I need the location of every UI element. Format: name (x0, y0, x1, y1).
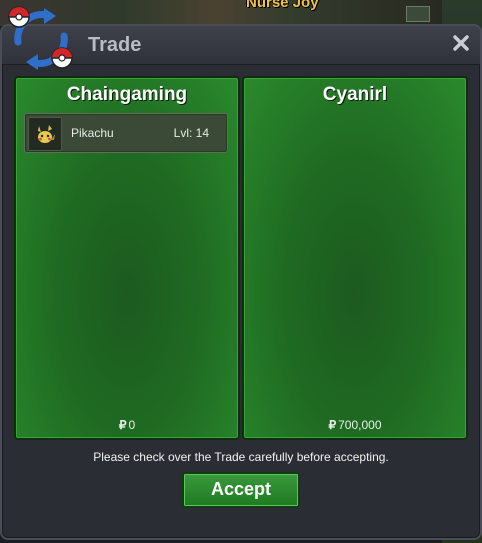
window-title: Trade (88, 34, 142, 56)
world-object (406, 6, 430, 22)
trade-item-slot[interactable]: Pikachu Lvl: 14 (24, 113, 228, 153)
trade-logo-icon (8, 6, 73, 70)
item-level: Lvl: 14 (173, 126, 209, 140)
trade-panel-self: Chaingaming Pikachu Lvl: 14 ₽ 0 (14, 76, 240, 440)
player-name: Chaingaming (66, 84, 188, 105)
trade-notice: Please check over the Trade carefully be… (93, 450, 389, 464)
pikachu-icon (28, 117, 62, 151)
accept-button[interactable]: Accept (182, 472, 300, 508)
trade-window: Trade Chaingaming Pikachu Lvl: 14 ₽ 0 Cy… (0, 24, 482, 540)
close-icon[interactable] (450, 32, 472, 54)
pokedollar-icon: ₽ (328, 418, 337, 432)
pokedollar-icon: ₽ (118, 418, 127, 432)
money-offer: ₽700,000 (244, 418, 466, 432)
game-scene: Nurse Joy Trade Chaingaming Pikachu Lvl:… (0, 0, 482, 543)
trade-panel-partner: Cyanirl ₽700,000 (242, 76, 468, 440)
money-amount: 700,000 (338, 418, 382, 432)
npc-name-label: Nurse Joy (246, 0, 319, 11)
item-name: Pikachu (71, 126, 114, 140)
money-amount: 0 (128, 418, 136, 432)
money-offer: ₽0 (16, 418, 238, 432)
partner-name: Cyanirl (322, 84, 388, 105)
